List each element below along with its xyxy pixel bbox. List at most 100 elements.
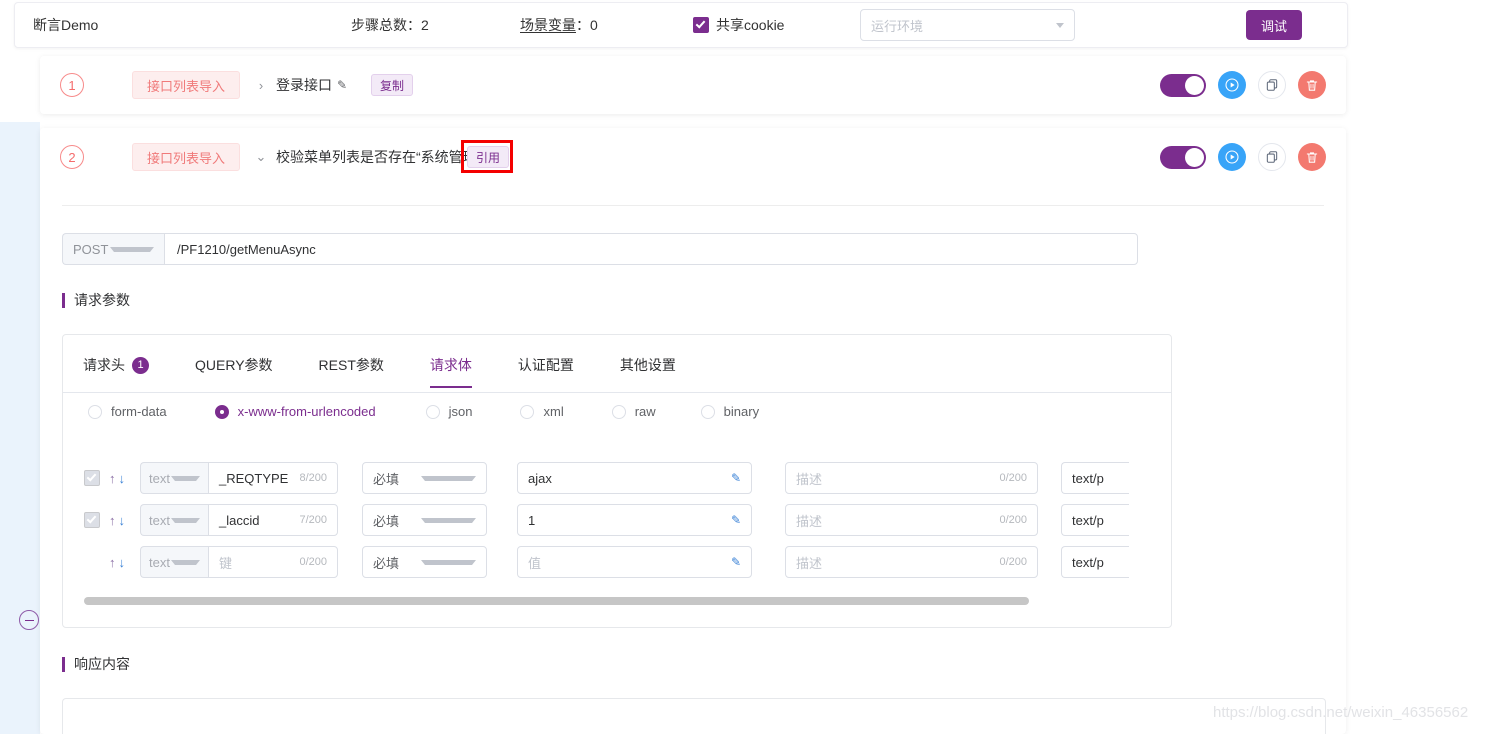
radio-x-www-form-urlencoded-label: x-www-from-urlencoded xyxy=(237,404,376,419)
row-2-enable-checkbox[interactable] xyxy=(84,512,100,528)
row-1-key-input[interactable]: _REQTYPE 8/200 xyxy=(208,462,338,494)
step-2-name[interactable]: 校验菜单列表是否存在“系统管理” xyxy=(276,147,481,167)
row-3-type-value: text xyxy=(149,554,170,570)
minus-icon xyxy=(24,619,34,621)
row-1-content-type-input[interactable]: text/p xyxy=(1061,462,1129,494)
row-3-content-type-input[interactable]: text/p xyxy=(1061,546,1129,578)
tab-request-body[interactable]: 请求体 xyxy=(429,355,472,388)
row-3-value-edit-pencil-icon[interactable]: ✎ xyxy=(731,555,741,569)
move-down-icon[interactable]: ↓ xyxy=(119,513,126,528)
move-up-icon[interactable]: ↑ xyxy=(109,471,116,486)
step-1-expand-chevron-icon[interactable]: › xyxy=(254,78,268,93)
row-3-key-input[interactable]: 键 0/200 xyxy=(208,546,338,578)
debug-button[interactable]: 调试 xyxy=(1246,10,1302,40)
row-1-required-select[interactable]: 必填 xyxy=(362,462,487,494)
response-title-text: 响应内容 xyxy=(74,656,130,672)
row-2-key-value: _laccid xyxy=(219,512,260,528)
radio-x-www-form-urlencoded[interactable]: x-www-from-urlencoded xyxy=(214,404,376,419)
row-1-type-select[interactable]: text xyxy=(140,462,208,494)
step-1-name-text: 登录接口 xyxy=(276,77,332,93)
row-3-content-type-value: text/p xyxy=(1072,554,1104,570)
row-2-value-edit-pencil-icon[interactable]: ✎ xyxy=(731,513,741,527)
step-2-duplicate-button[interactable] xyxy=(1258,143,1286,171)
row-1-description-input[interactable]: 描述 0/200 xyxy=(785,462,1038,494)
tab-request-headers[interactable]: 请求头 1 xyxy=(83,355,149,388)
row-2-required-select[interactable]: 必填 xyxy=(362,504,487,536)
row-2-value: 1 xyxy=(528,512,536,528)
row-1-required-value: 必填 xyxy=(373,471,400,487)
tab-request-headers-badge: 1 xyxy=(132,356,149,374)
step-1-copy-tag[interactable]: 复制 xyxy=(371,74,414,96)
row-2-content-type-input[interactable]: text/p xyxy=(1061,504,1129,536)
radio-json[interactable]: json xyxy=(425,404,472,419)
trash-icon xyxy=(1306,79,1318,91)
edit-pencil-icon[interactable]: ✎ xyxy=(337,78,347,92)
row-3-description-input[interactable]: 描述 0/200 xyxy=(785,546,1038,578)
row-2-description-counter: 0/200 xyxy=(999,514,1027,526)
chevron-down-icon xyxy=(420,517,476,523)
row-3-value-input[interactable]: 值 ✎ xyxy=(517,546,752,578)
row-3-type-select[interactable]: text xyxy=(140,546,208,578)
params-horizontal-scrollbar[interactable] xyxy=(84,597,1150,605)
request-url-row: POST /PF1210/getMenuAsync xyxy=(62,233,1138,265)
environment-placeholder: 运行环境 xyxy=(871,18,924,34)
step-2-header: 2 接口列表导入 ⌄ 校验菜单列表是否存在“系统管理” xyxy=(40,128,1346,186)
move-up-icon[interactable]: ↑ xyxy=(109,513,116,528)
request-url-input[interactable]: /PF1210/getMenuAsync xyxy=(164,233,1138,265)
step-1-controls xyxy=(1160,71,1326,99)
environment-select[interactable]: 运行环境 xyxy=(860,9,1075,41)
tab-other-settings[interactable]: 其他设置 xyxy=(620,355,676,388)
row-2-value-input[interactable]: 1 ✎ xyxy=(517,504,752,536)
row-2-description-placeholder: 描述 xyxy=(796,513,823,529)
step-1-run-button[interactable] xyxy=(1218,71,1246,99)
step-1-delete-button[interactable] xyxy=(1298,71,1326,99)
move-down-icon[interactable]: ↓ xyxy=(119,471,126,486)
trash-icon xyxy=(1306,151,1318,163)
param-row: ↑ ↓ text _laccid 7/200 必填 1 ✎ 描述 0/200 t… xyxy=(84,504,1129,536)
scene-variable-label[interactable]: 场景变量：0 xyxy=(520,15,598,35)
step-2-enable-toggle[interactable] xyxy=(1160,145,1206,169)
row-2-type-select[interactable]: text xyxy=(140,504,208,536)
row-2-key-counter: 7/200 xyxy=(299,514,327,526)
row-1-value-edit-pencil-icon[interactable]: ✎ xyxy=(731,471,741,485)
move-down-icon[interactable]: ↓ xyxy=(119,555,126,570)
share-cookie-checkbox[interactable]: 共享cookie xyxy=(693,15,784,35)
radio-xml-label: xml xyxy=(543,404,564,419)
row-3-required-select[interactable]: 必填 xyxy=(362,546,487,578)
row-1-value-input[interactable]: ajax ✎ xyxy=(517,462,752,494)
section-accent-bar xyxy=(62,656,65,672)
row-1-enable-checkbox[interactable] xyxy=(84,470,100,486)
step-2-run-button[interactable] xyxy=(1218,143,1246,171)
radio-form-data[interactable]: form-data xyxy=(88,404,167,419)
tab-auth-config[interactable]: 认证配置 xyxy=(518,355,574,388)
row-3-required-value: 必填 xyxy=(373,555,400,571)
row-1-description-counter: 0/200 xyxy=(999,472,1027,484)
step-1-enable-toggle[interactable] xyxy=(1160,73,1206,97)
move-up-icon[interactable]: ↑ xyxy=(109,555,116,570)
step-2-divider xyxy=(62,205,1324,206)
collapse-step-button[interactable] xyxy=(19,610,39,630)
radio-icon xyxy=(425,404,440,419)
row-1-key-counter: 8/200 xyxy=(299,472,327,484)
step-2-delete-button[interactable] xyxy=(1298,143,1326,171)
steps-total-label: 步骤总数：2 xyxy=(351,17,429,33)
app-root: 断言Demo 步骤总数：2 场景变量：0 共享cookie 运行环境 调试 1 … xyxy=(0,0,1496,734)
row-2-key-input[interactable]: _laccid 7/200 xyxy=(208,504,338,536)
row-3-description-placeholder: 描述 xyxy=(796,555,823,571)
params-scrollbar-thumb[interactable] xyxy=(84,597,1029,605)
step-1-name[interactable]: 登录接口 ✎ xyxy=(276,75,347,95)
row-2-description-input[interactable]: 描述 0/200 xyxy=(785,504,1038,536)
tab-request-body-label: 请求体 xyxy=(429,357,472,373)
radio-raw[interactable]: raw xyxy=(611,404,656,419)
chevron-down-icon xyxy=(420,559,476,565)
body-type-radio-group: form-data x-www-from-urlencoded json xml… xyxy=(88,404,759,419)
step-2-collapse-chevron-icon[interactable]: ⌄ xyxy=(254,149,268,165)
row-2-type-value: text xyxy=(149,512,170,528)
radio-binary[interactable]: binary xyxy=(700,404,759,419)
tab-query-params[interactable]: QUERY参数 xyxy=(195,355,273,388)
radio-xml[interactable]: xml xyxy=(520,404,564,419)
row-1-content-type-value: text/p xyxy=(1072,470,1104,486)
http-method-select[interactable]: POST xyxy=(62,233,164,265)
step-1-duplicate-button[interactable] xyxy=(1258,71,1286,99)
tab-rest-params[interactable]: REST参数 xyxy=(319,355,384,388)
